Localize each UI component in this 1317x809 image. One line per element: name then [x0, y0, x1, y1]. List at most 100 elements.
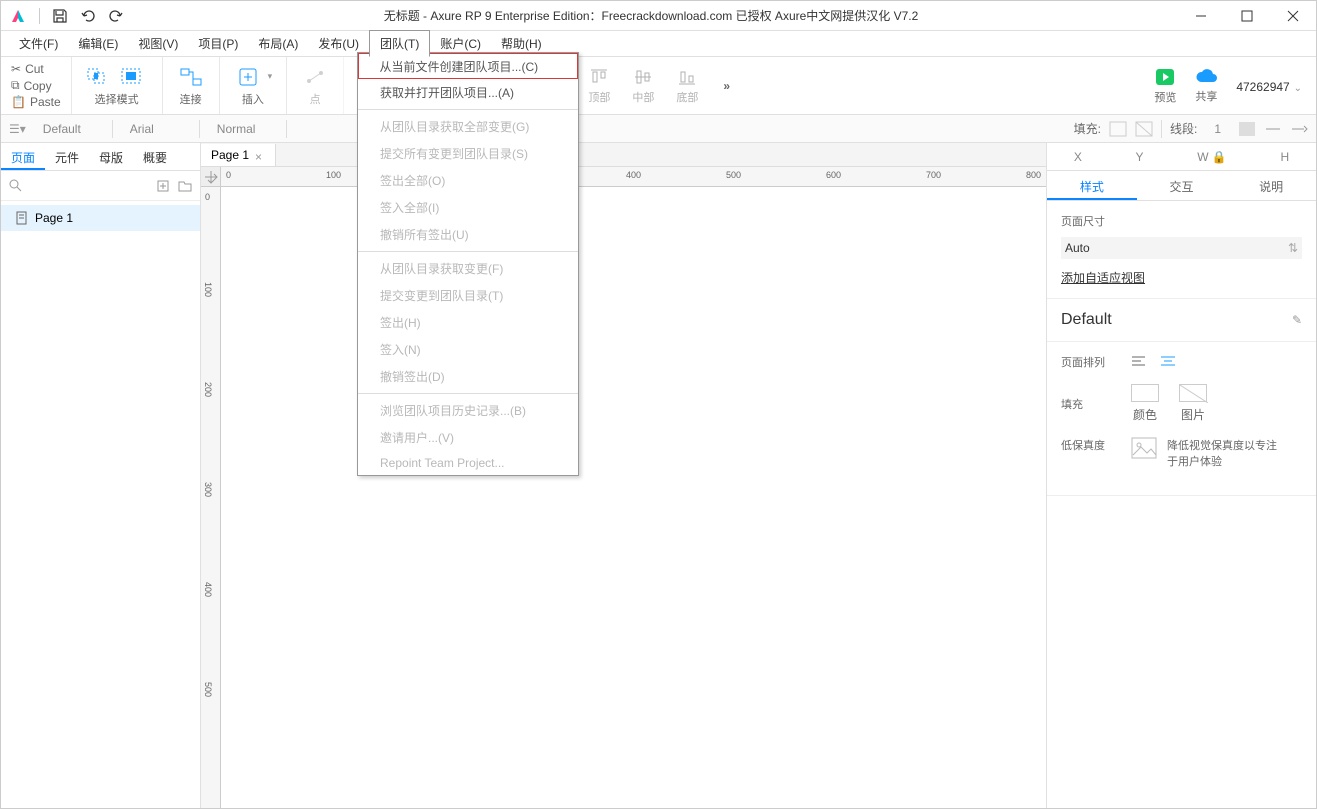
weight-select[interactable]: Normal: [208, 119, 278, 139]
canvas-tab-page1[interactable]: Page 1 ×: [201, 144, 276, 166]
scissors-icon: ✂: [11, 62, 21, 76]
tab-masters[interactable]: 母版: [89, 143, 133, 170]
preview-button[interactable]: 预览: [1154, 67, 1176, 105]
page-size-select[interactable]: Auto⇅: [1061, 237, 1302, 259]
play-icon: [1154, 67, 1176, 87]
menu-browse-history: 浏览团队项目历史记录...(B): [358, 397, 578, 424]
align-top-button[interactable]: 顶部: [579, 67, 619, 105]
account-number[interactable]: 47262947 ⌄: [1236, 78, 1302, 94]
tab-interaction[interactable]: 交互: [1137, 171, 1227, 200]
copy-button[interactable]: ⧉Copy: [9, 77, 63, 94]
team-dropdown: 从当前文件创建团队项目...(C) 获取并打开团队项目...(A) 从团队目录获…: [357, 52, 579, 476]
menu-invite-users: 邀请用户...(V): [358, 424, 578, 451]
tab-notes[interactable]: 说明: [1226, 171, 1316, 200]
align-middle-button[interactable]: 中部: [623, 67, 663, 105]
line-width[interactable]: 1: [1205, 119, 1230, 139]
line-style-swatch[interactable]: [1264, 121, 1282, 137]
menu-checkout: 签出(H): [358, 309, 578, 336]
menu-file[interactable]: 文件(F): [9, 31, 68, 56]
menu-submit-all: 提交所有变更到团队目录(S): [358, 140, 578, 167]
canvas-area: Page 1 × 0 100 200 300 400 500 600 700 8…: [201, 143, 1046, 808]
tab-pages[interactable]: 页面: [1, 143, 45, 170]
page-size-label: 页面尺寸: [1061, 213, 1302, 229]
left-panel: 页面 元件 母版 概要 Page 1: [1, 143, 201, 808]
fill-image-swatch[interactable]: [1179, 384, 1207, 402]
menu-checkout-all: 签出全部(O): [358, 167, 578, 194]
undo-icon[interactable]: [80, 8, 96, 24]
line-color-swatch[interactable]: [1238, 121, 1256, 137]
fill-label: 填充:: [1074, 120, 1101, 137]
menu-get-changes: 从团队目录获取变更(F): [358, 255, 578, 282]
minimize-button[interactable]: [1178, 1, 1224, 31]
save-icon[interactable]: [52, 8, 68, 24]
menu-checkin: 签入(N): [358, 336, 578, 363]
style-picker-icon[interactable]: ☰▾: [9, 122, 26, 136]
plus-icon: [234, 65, 262, 89]
vertical-ruler: 0 100 200 300 400 500: [201, 187, 221, 808]
point-icon: [301, 65, 329, 89]
select-mode-group[interactable]: 选择模式: [72, 57, 163, 114]
page-item-page1[interactable]: Page 1: [1, 205, 200, 231]
select-intersect-icon: [86, 65, 114, 89]
menu-repoint: Repoint Team Project...: [358, 451, 578, 475]
menu-undo-all-checkouts: 撤销所有签出(U): [358, 221, 578, 248]
toolbar: ✂Cut ⧉Copy 📋Paste 选择模式 连接 ▾ 插入 点 100% ▾: [1, 57, 1316, 115]
align-center-icon[interactable]: [1159, 355, 1177, 369]
tab-widgets[interactable]: 元件: [45, 143, 89, 170]
menu-edit[interactable]: 编辑(E): [68, 31, 128, 56]
paste-button[interactable]: 📋Paste: [9, 94, 63, 110]
close-button[interactable]: [1270, 1, 1316, 31]
align-bottom-button[interactable]: 底部: [667, 67, 707, 105]
search-icon[interactable]: [9, 179, 23, 193]
cut-button[interactable]: ✂Cut: [9, 61, 63, 77]
formatbar: ☰▾ Default Arial Normal 填充: 线段: 1: [1, 115, 1316, 143]
lowfi-label: 低保真度: [1061, 437, 1131, 453]
more-icon[interactable]: »: [715, 79, 738, 93]
dim-y: Y: [1136, 150, 1144, 164]
fill-image-swatch[interactable]: [1135, 121, 1153, 137]
ruler-corner: [201, 167, 221, 187]
clipboard-icon: 📋: [11, 95, 26, 109]
page-align-label: 页面排列: [1061, 354, 1131, 370]
menu-team[interactable]: 团队(T): [369, 30, 430, 57]
insert-group[interactable]: ▾ 插入: [220, 57, 288, 114]
canvas[interactable]: [221, 187, 1046, 808]
point-group[interactable]: 点: [287, 57, 344, 114]
arrow-swatch[interactable]: [1290, 121, 1308, 137]
tab-style[interactable]: 样式: [1047, 171, 1137, 200]
add-page-icon[interactable]: [156, 179, 170, 193]
window-title: 无标题 - Axure RP 9 Enterprise Edition：Free…: [124, 7, 1178, 24]
fill-color-swatch[interactable]: [1131, 384, 1159, 402]
default-style-label: Default: [1061, 311, 1112, 329]
close-icon[interactable]: ×: [255, 150, 265, 160]
connect-group[interactable]: 连接: [163, 57, 220, 114]
menu-get-open-team-project[interactable]: 获取并打开团队项目...(A): [358, 79, 578, 106]
menu-checkin-all: 签入全部(I): [358, 194, 578, 221]
maximize-button[interactable]: [1224, 1, 1270, 31]
page-icon: [15, 211, 29, 225]
cloud-icon: [1194, 68, 1218, 86]
app-logo: [9, 7, 27, 25]
fill-color-swatch[interactable]: [1109, 121, 1127, 137]
add-adaptive-link[interactable]: 添加自适应视图: [1061, 269, 1145, 286]
line-label: 线段:: [1170, 120, 1197, 137]
right-panel: X Y W 🔒 H 样式 交互 说明 页面尺寸 Auto⇅ 添加自适应视图 De…: [1046, 143, 1316, 808]
menu-arrange[interactable]: 布局(A): [248, 31, 308, 56]
share-button[interactable]: 共享: [1194, 68, 1218, 104]
add-folder-icon[interactable]: [178, 179, 192, 193]
fill-label: 填充: [1061, 396, 1131, 412]
menu-project[interactable]: 项目(P): [188, 31, 248, 56]
lowfi-desc: 降低视觉保真度以专注于用户体验: [1167, 437, 1277, 469]
menu-undo-checkout: 撤销签出(D): [358, 363, 578, 390]
menu-view[interactable]: 视图(V): [128, 31, 188, 56]
tab-outline[interactable]: 概要: [133, 143, 177, 170]
redo-icon[interactable]: [108, 8, 124, 24]
menubar: 文件(F) 编辑(E) 视图(V) 项目(P) 布局(A) 发布(U) 团队(T…: [1, 31, 1316, 57]
font-select[interactable]: Arial: [121, 119, 191, 139]
horizontal-ruler: 0 100 200 300 400 500 600 700 800: [221, 167, 1046, 187]
align-left-icon[interactable]: [1131, 355, 1149, 369]
dim-x: X: [1074, 150, 1082, 164]
style-select[interactable]: Default: [34, 119, 104, 139]
image-placeholder-icon[interactable]: [1131, 437, 1157, 459]
edit-icon[interactable]: ✎: [1292, 313, 1302, 327]
